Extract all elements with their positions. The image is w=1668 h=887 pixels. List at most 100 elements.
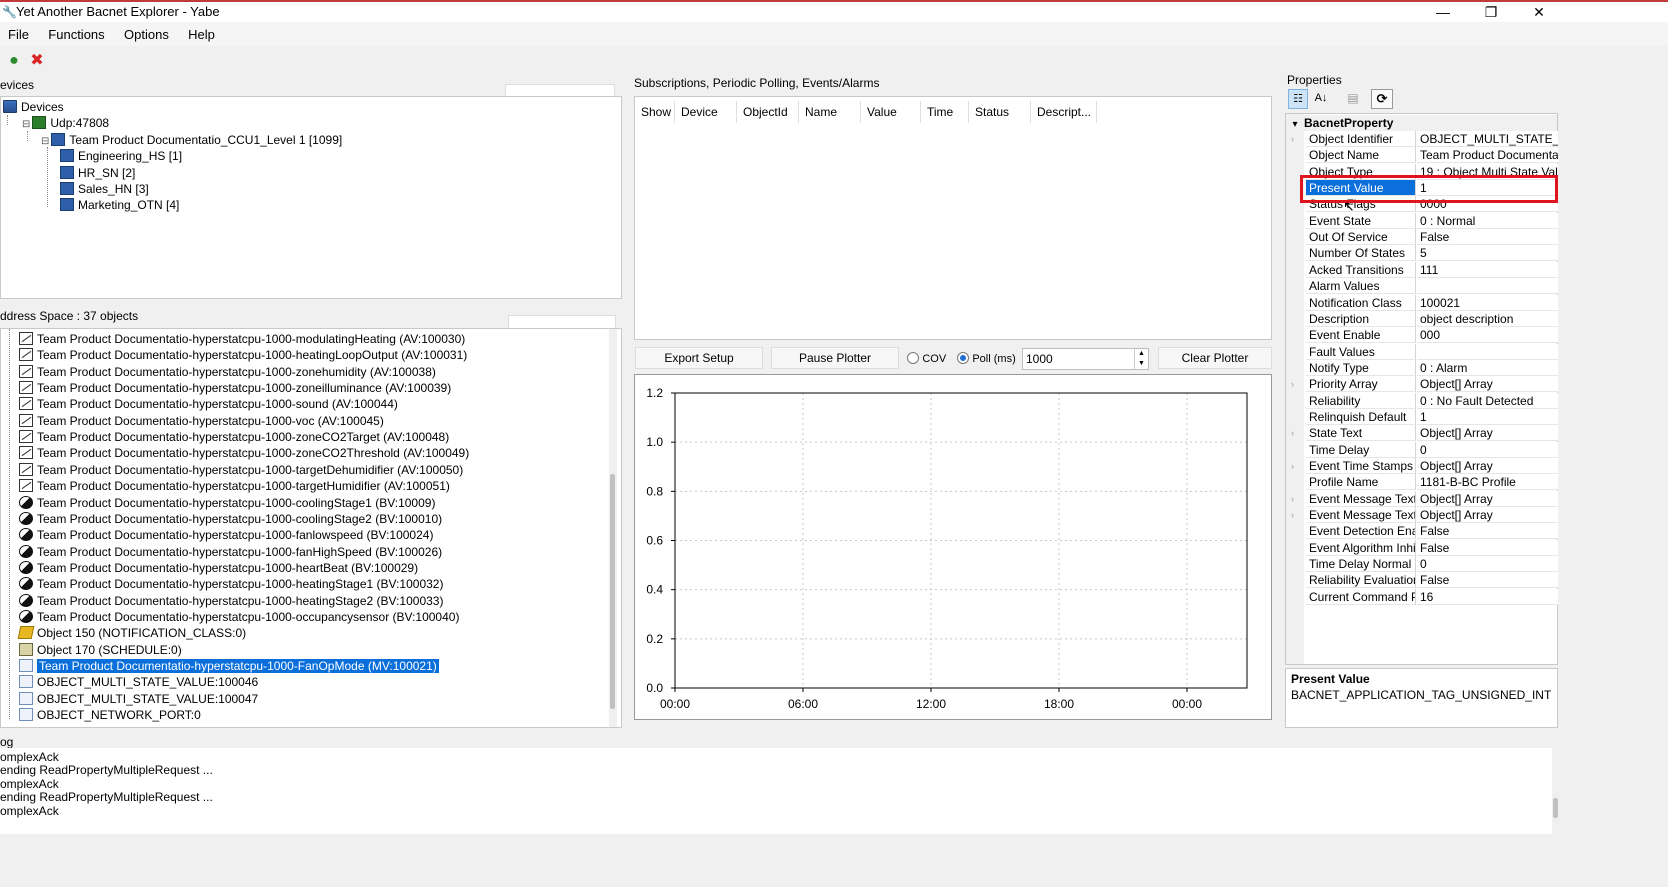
menu-functions[interactable]: Functions — [40, 22, 112, 42]
property-value[interactable]: 16 — [1417, 588, 1558, 605]
property-row[interactable]: Event State 0 : Normal — [1304, 212, 1558, 229]
property-pages-icon[interactable]: ▤ — [1343, 89, 1363, 109]
property-value[interactable]: object description — [1417, 310, 1558, 327]
object-list-item[interactable]: Team Product Documentatio-hyperstatcpu-1… — [19, 347, 467, 363]
export-setup-button[interactable]: Export Setup — [635, 347, 763, 369]
object-list-item[interactable]: Team Product Documentatio-hyperstatcpu-1… — [19, 527, 433, 543]
device-tree-node[interactable]: Sales_HN [3] — [60, 181, 149, 197]
poll-radio-circle[interactable] — [957, 352, 969, 364]
property-value[interactable]: 0 : No Fault Detected — [1417, 392, 1558, 409]
pause-plotter-button[interactable]: Pause Plotter — [771, 347, 899, 369]
tree-expander-icon[interactable]: ⊟ — [22, 119, 30, 130]
property-row[interactable]: › Event Message Texts Object[] Array — [1291, 490, 1558, 507]
property-value[interactable]: 1181-B-BC Profile — [1417, 474, 1558, 491]
expand-arrow-icon[interactable]: › — [1291, 376, 1301, 392]
property-row[interactable]: Number Of States 5 — [1304, 245, 1558, 262]
object-list-item[interactable]: Team Product Documentatio-hyperstatcpu-1… — [19, 364, 436, 380]
property-row[interactable]: Event Enable 000 — [1304, 327, 1558, 344]
poll-interval-input[interactable]: 1000 ▲ ▼ — [1022, 348, 1149, 370]
cov-radio-circle[interactable] — [907, 352, 919, 364]
device-tree-node[interactable]: Marketing_OTN [4] — [60, 197, 179, 213]
column-header[interactable]: Show — [635, 101, 675, 123]
property-value[interactable]: 111 — [1417, 261, 1558, 278]
property-row[interactable]: Object Name Team Product Documentatio — [1304, 147, 1558, 164]
property-value[interactable]: False — [1417, 539, 1558, 556]
property-row[interactable]: Alarm Values — [1304, 278, 1558, 295]
column-header[interactable]: ObjectId — [737, 101, 799, 123]
property-row[interactable]: Relinquish Default 1 — [1304, 408, 1558, 425]
column-header[interactable]: Status — [969, 101, 1031, 123]
property-value[interactable]: 100021 — [1417, 294, 1558, 311]
close-button[interactable]: ✕ — [1516, 2, 1562, 24]
expand-arrow-icon[interactable]: › — [1291, 131, 1301, 147]
menu-file[interactable]: File — [0, 22, 37, 42]
property-row[interactable]: Notification Class 100021 — [1304, 294, 1558, 311]
property-category[interactable]: ▾ BacnetProperty — [1286, 115, 1557, 131]
property-row[interactable]: › Priority Array Object[] Array — [1291, 376, 1558, 393]
property-value[interactable]: Object[] Array — [1417, 490, 1558, 507]
property-row[interactable]: › State Text Object[] Array — [1291, 425, 1558, 442]
object-list-item[interactable]: OBJECT_NETWORK_PORT:0 — [19, 707, 201, 723]
expand-arrow-icon[interactable]: › — [1291, 425, 1301, 441]
clear-plotter-button[interactable]: Clear Plotter — [1158, 347, 1272, 369]
object-list-item[interactable]: Team Product Documentatio-hyperstatcpu-1… — [19, 544, 442, 560]
object-list-item[interactable]: Team Product Documentatio-hyperstatcpu-1… — [19, 560, 418, 576]
object-list-item[interactable]: Team Product Documentatio-hyperstatcpu-1… — [19, 396, 398, 412]
column-header[interactable]: Value — [861, 101, 921, 123]
property-value[interactable]: False — [1417, 572, 1558, 589]
property-row[interactable]: Time Delay 0 — [1304, 441, 1558, 458]
remove-device-icon[interactable]: ✖ — [28, 52, 46, 70]
property-value[interactable] — [1417, 343, 1558, 360]
device-tree-node[interactable]: Engineering_HS [1] — [60, 148, 182, 164]
property-value[interactable]: 0 — [1417, 556, 1558, 573]
property-row[interactable]: › Object Identifier OBJECT_MULTI_STATE_V — [1291, 131, 1558, 147]
object-list-item[interactable]: Team Product Documentatio-hyperstatcpu-1… — [19, 331, 465, 347]
property-row[interactable]: Notify Type 0 : Alarm — [1304, 359, 1558, 376]
object-list-item[interactable]: Team Product Documentatio-hyperstatcpu-1… — [19, 609, 459, 625]
column-header[interactable]: Descript... — [1031, 101, 1097, 123]
object-list-item[interactable]: OBJECT_MULTI_STATE_VALUE:100046 — [19, 674, 258, 690]
column-header[interactable]: Time — [921, 101, 969, 123]
menu-help[interactable]: Help — [180, 22, 223, 42]
refresh-icon[interactable]: ⟳ — [1371, 89, 1393, 109]
property-value[interactable]: Object[] Array — [1417, 507, 1558, 524]
property-value[interactable] — [1417, 278, 1558, 295]
object-list-item[interactable]: Team Product Documentatio-hyperstatcpu-1… — [19, 445, 469, 461]
object-list-item[interactable]: Team Product Documentatio-hyperstatcpu-1… — [19, 478, 450, 494]
property-value[interactable]: False — [1417, 229, 1558, 246]
property-row[interactable]: Event Detection EnableFalse — [1304, 523, 1558, 540]
object-list-item[interactable]: Team Product Documentatio-hyperstatcpu-1… — [19, 429, 449, 445]
property-row[interactable]: Time Delay Normal 0 — [1304, 556, 1558, 573]
property-row[interactable]: Acked Transitions 111 — [1304, 261, 1558, 278]
device-tree-node[interactable]: HR_SN [2] — [60, 165, 135, 181]
object-list-item[interactable]: Object 170 (SCHEDULE:0) — [19, 642, 182, 658]
device-tree-node[interactable]: ⊟ Team Product Documentatio_CCU1_Level 1 … — [41, 132, 342, 148]
cov-radio[interactable]: COV — [907, 351, 946, 365]
restore-button[interactable]: ❐ — [1468, 2, 1514, 24]
property-row[interactable]: Description object description — [1304, 310, 1558, 327]
property-row[interactable]: Fault Values — [1304, 343, 1558, 360]
property-row[interactable]: Event Algorithm InhibitFalse — [1304, 539, 1558, 556]
property-row[interactable]: › Event Message Texts Object[] Array — [1291, 507, 1558, 524]
property-value[interactable]: False — [1417, 523, 1558, 540]
address-scrollbar[interactable] — [609, 329, 617, 727]
property-row[interactable]: Current Command Priority16 — [1304, 588, 1558, 605]
property-value[interactable]: OBJECT_MULTI_STATE_V — [1417, 131, 1558, 147]
property-value[interactable]: 000 — [1417, 327, 1558, 344]
poll-spinner[interactable]: ▲ ▼ — [1134, 349, 1148, 369]
log-scrollbar[interactable] — [1552, 748, 1560, 834]
property-value[interactable]: 5 — [1417, 245, 1558, 262]
alphabetical-icon[interactable]: A↓ — [1311, 89, 1331, 109]
property-value[interactable]: Object[] Array — [1417, 458, 1558, 474]
object-list-item[interactable]: Team Product Documentatio-hyperstatcpu-1… — [19, 495, 435, 511]
object-list-item[interactable]: Team Product Documentatio-hyperstatcpu-1… — [19, 658, 439, 674]
property-value[interactable]: 0 : Alarm — [1417, 359, 1558, 376]
object-list-item[interactable]: Team Product Documentatio-hyperstatcpu-1… — [19, 462, 463, 478]
property-row[interactable]: Out Of Service False — [1304, 229, 1558, 246]
tree-expander-icon[interactable]: ⊟ — [41, 136, 49, 147]
object-list-item[interactable]: OBJECT_MULTI_STATE_VALUE:100047 — [19, 691, 258, 707]
property-value[interactable]: Object[] Array — [1417, 425, 1558, 442]
property-value[interactable]: Team Product Documentatio — [1417, 147, 1558, 164]
property-row[interactable]: Profile Name 1181-B-BC Profile — [1304, 474, 1558, 491]
property-value[interactable]: 1 — [1417, 408, 1558, 425]
